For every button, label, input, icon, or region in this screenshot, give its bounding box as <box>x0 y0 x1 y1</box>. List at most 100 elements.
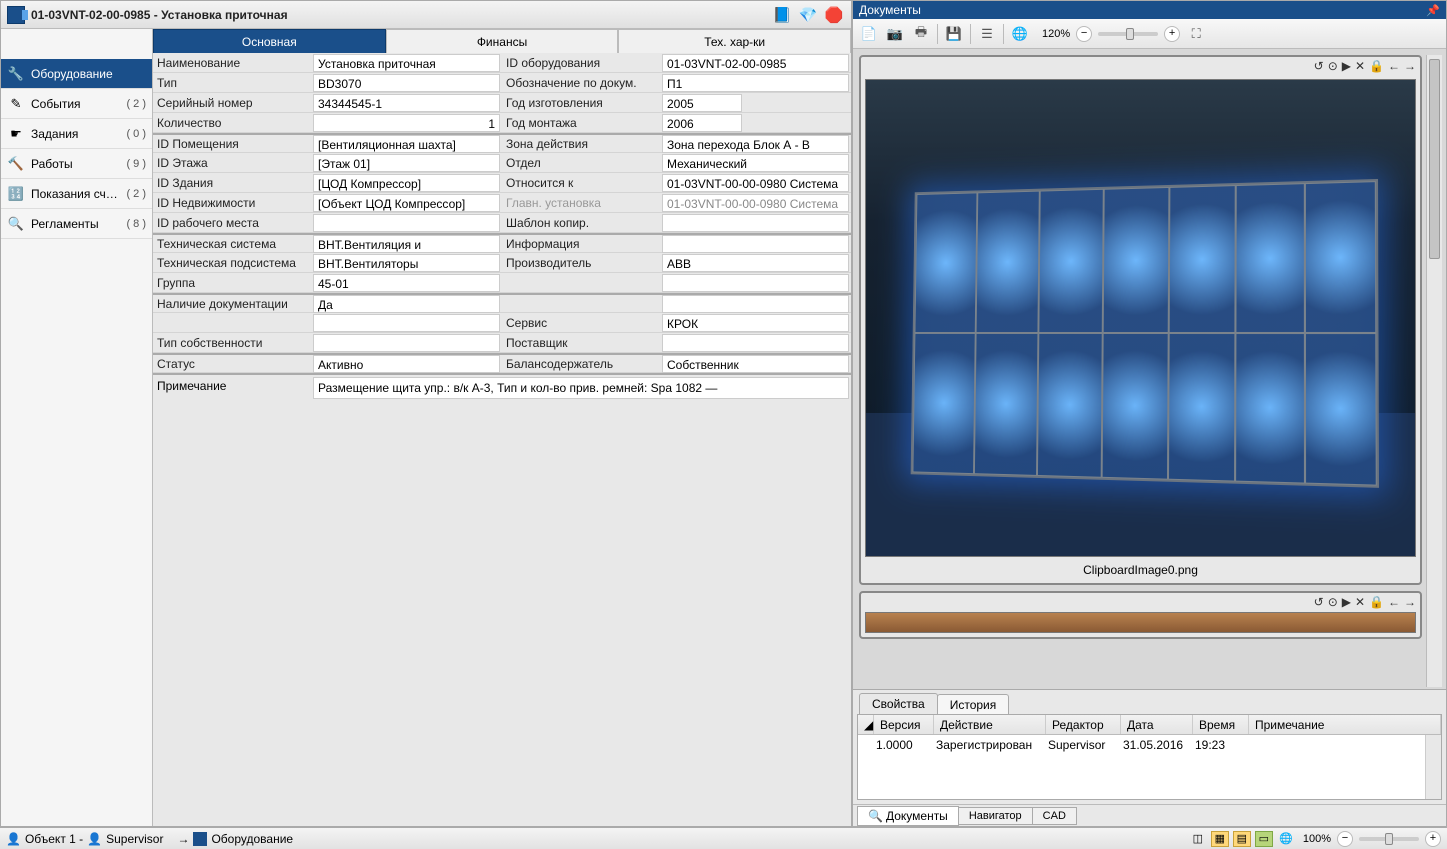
field-value[interactable]: 2005 <box>662 94 742 112</box>
field-value[interactable] <box>313 334 500 352</box>
field-value[interactable]: [Этаж 01] <box>313 154 500 172</box>
field-value[interactable]: [Вентиляционная шахта] <box>313 135 500 153</box>
scan-icon[interactable]: 🖶 <box>911 24 931 44</box>
close-card-icon[interactable]: ✕ <box>1355 595 1365 609</box>
tab-properties[interactable]: Свойства <box>859 693 938 714</box>
sort-arrow-icon[interactable]: ◢ <box>858 715 874 734</box>
field-value[interactable] <box>662 214 849 232</box>
field-value[interactable]: 01-03VNT-00-00-0980 Система <box>662 174 849 192</box>
field-value[interactable]: 01-03VNT-00-00-0980 Система <box>662 194 849 212</box>
list-icon[interactable]: ☰ <box>977 24 997 44</box>
field-value[interactable] <box>662 295 849 313</box>
field-label: ID Недвижимости <box>153 196 311 210</box>
field-value[interactable] <box>662 235 849 253</box>
refresh-icon[interactable]: 🌐 <box>1010 24 1030 44</box>
zoom-slider[interactable] <box>1098 32 1158 36</box>
field-value[interactable]: ABB <box>662 254 849 272</box>
status-icon-3[interactable]: ▤ <box>1233 831 1251 847</box>
rotate-cw-icon[interactable]: ⊙ <box>1328 59 1338 73</box>
rotate-ccw-icon[interactable]: ↺ <box>1314 59 1324 73</box>
status-icon-4[interactable]: ▭ <box>1255 831 1273 847</box>
prev-icon[interactable]: ← <box>1388 595 1400 609</box>
sidebar-item-regulations[interactable]: 🔍 Регламенты ( 8 ) <box>1 209 152 239</box>
field-value[interactable]: 1 <box>313 114 500 132</box>
field-value[interactable]: Активно <box>313 355 500 373</box>
status-globe-icon[interactable]: 🌐 <box>1277 831 1295 847</box>
status-zoom-in-button[interactable]: + <box>1425 831 1441 847</box>
field-value[interactable]: 2006 <box>662 114 742 132</box>
prev-icon[interactable]: ← <box>1388 59 1400 73</box>
status-icon-2[interactable]: ▦ <box>1211 831 1229 847</box>
field-value[interactable]: Зона перехода Блок А - В <box>662 135 849 153</box>
pin-icon[interactable]: 📌 <box>1426 4 1440 17</box>
new-doc-icon[interactable]: 📄 <box>859 24 879 44</box>
document-card[interactable]: ↺ ⊙ ▶ ✕ 🔒 ← → <box>859 55 1422 585</box>
history-row[interactable]: 1.0000 Зарегистрирован Supervisor 31.05.… <box>858 735 1441 755</box>
sidebar-item-events[interactable]: ✎ События ( 2 ) <box>1 89 152 119</box>
col-date[interactable]: Дата <box>1121 715 1193 734</box>
zoom-out-button[interactable]: − <box>1076 26 1092 42</box>
globe-docs-icon[interactable]: 💎 <box>797 4 819 26</box>
field-value[interactable]: 34344545-1 <box>313 94 500 112</box>
status-breadcrumb[interactable]: Оборудование <box>211 832 293 846</box>
tab-finance[interactable]: Финансы <box>386 29 619 53</box>
field-value[interactable]: П1 <box>662 74 849 92</box>
play-icon[interactable]: ▶ <box>1342 595 1351 609</box>
documents-scrollbar[interactable] <box>1426 55 1442 687</box>
note-value[interactable]: Размещение щита упр.: в/к А-3, Тип и кол… <box>313 377 849 399</box>
bottom-tab-navigator[interactable]: Навигатор <box>958 807 1033 825</box>
field-value[interactable]: BD3070 <box>313 74 500 92</box>
status-zoom-out-button[interactable]: − <box>1337 831 1353 847</box>
field-value[interactable]: [ЦОД Компрессор] <box>313 174 500 192</box>
rotate-cw-icon[interactable]: ⊙ <box>1328 595 1338 609</box>
field-value[interactable] <box>662 334 849 352</box>
lock-icon[interactable]: 🔒 <box>1369 595 1384 609</box>
field-value[interactable] <box>313 314 500 332</box>
next-icon[interactable]: → <box>1404 59 1416 73</box>
col-version[interactable]: Версия <box>874 715 934 734</box>
close-record-icon[interactable]: 🛑 <box>823 4 845 26</box>
bottom-tab-cad[interactable]: CAD <box>1032 807 1077 825</box>
close-card-icon[interactable]: ✕ <box>1355 59 1365 73</box>
bottom-tab-documents[interactable]: 🔍Документы <box>857 806 959 826</box>
save-icon[interactable]: 💾 <box>944 24 964 44</box>
status-zoom-slider[interactable] <box>1359 837 1419 841</box>
lock-icon[interactable]: 🔒 <box>1369 59 1384 73</box>
field-value[interactable]: ВНТ.Вентиляция и <box>313 235 500 253</box>
sidebar-item-meters[interactable]: 🔢 Показания сч… ( 2 ) <box>1 179 152 209</box>
zoom-in-button[interactable]: + <box>1164 26 1180 42</box>
document-image[interactable] <box>865 79 1416 557</box>
field-value[interactable]: Да <box>313 295 500 313</box>
rotate-ccw-icon[interactable]: ↺ <box>1314 595 1324 609</box>
status-icon-1[interactable]: ◫ <box>1189 831 1207 847</box>
sidebar-item-equipment[interactable]: 🔧 Оборудование <box>1 59 152 89</box>
tab-history[interactable]: История <box>937 694 1010 715</box>
tab-tech[interactable]: Тех. хар-ки <box>618 29 851 53</box>
col-note[interactable]: Примечание <box>1249 715 1441 734</box>
field-value[interactable]: Механический <box>662 154 849 172</box>
history-scrollbar[interactable] <box>1425 735 1441 799</box>
book-icon[interactable]: 📘 <box>771 4 793 26</box>
col-time[interactable]: Время <box>1193 715 1249 734</box>
tab-main[interactable]: Основная <box>153 29 386 53</box>
field-value[interactable]: Установка приточная <box>313 54 500 72</box>
field-value[interactable]: КРОК <box>662 314 849 332</box>
field-value[interactable] <box>662 274 849 292</box>
next-icon[interactable]: → <box>1404 595 1416 609</box>
zoom-fit-icon[interactable]: ⛶ <box>1186 24 1206 44</box>
zoom-percent: 120% <box>1042 28 1070 40</box>
col-action[interactable]: Действие <box>934 715 1046 734</box>
col-editor[interactable]: Редактор <box>1046 715 1121 734</box>
camera-icon[interactable]: 📷 <box>885 24 905 44</box>
field-value[interactable] <box>313 214 500 232</box>
document-card-2[interactable]: ↺ ⊙ ▶ ✕ 🔒 ← → <box>859 591 1422 639</box>
field-value[interactable]: 45-01 <box>313 274 500 292</box>
field-value[interactable]: ВНТ.Вентиляторы <box>313 254 500 272</box>
field-value[interactable]: Собственник <box>662 355 849 373</box>
sidebar-item-works[interactable]: 🔨 Работы ( 9 ) <box>1 149 152 179</box>
field-value[interactable]: [Объект ЦОД Компрессор] <box>313 194 500 212</box>
document-image-2[interactable] <box>865 612 1416 633</box>
play-icon[interactable]: ▶ <box>1342 59 1351 73</box>
sidebar-item-tasks[interactable]: ☛ Задания ( 0 ) <box>1 119 152 149</box>
field-value[interactable]: 01-03VNT-02-00-0985 <box>662 54 849 72</box>
